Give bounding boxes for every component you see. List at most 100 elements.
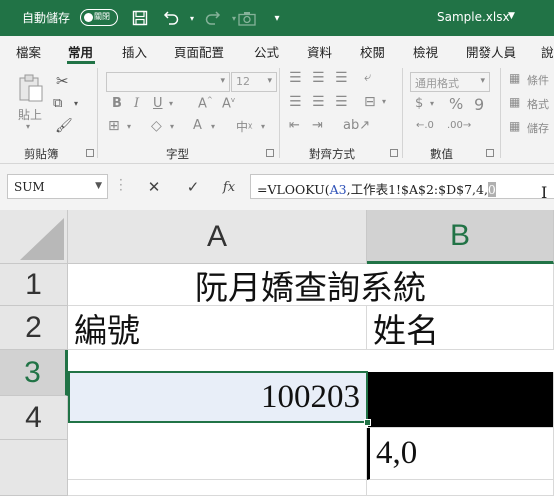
enter-icon[interactable]: ✓ <box>180 175 206 199</box>
paste-dropdown-icon[interactable]: ▾ <box>26 122 30 131</box>
paste-label: 貼上 <box>18 108 43 122</box>
cell-a5[interactable] <box>68 480 367 496</box>
tab-data[interactable]: 資料 <box>307 42 332 61</box>
font-color-icon[interactable]: A <box>193 118 202 133</box>
bold-icon[interactable]: B <box>112 96 122 111</box>
file-menu-caret-icon[interactable]: ▼ <box>508 11 515 21</box>
align-top-icon[interactable]: ☰ <box>289 70 302 86</box>
copy-icon[interactable]: ⧉ <box>53 96 62 111</box>
paste-button[interactable] <box>17 74 45 108</box>
insert-function-icon[interactable]: fx <box>216 175 242 199</box>
font-name-combo[interactable]: ▾ <box>106 72 230 92</box>
undo-dropdown-icon[interactable]: ▾ <box>181 7 203 29</box>
select-all-button[interactable] <box>0 210 68 264</box>
increase-decimal-icon[interactable]: ←.0 <box>416 120 434 131</box>
alignment-launcher-icon[interactable] <box>390 149 398 157</box>
cell-b5[interactable] <box>367 480 554 496</box>
cell-a4[interactable] <box>68 428 367 480</box>
merge-center-icon[interactable]: ⊟ <box>364 94 376 110</box>
cell-b4[interactable]: 4,0 <box>367 428 554 480</box>
cell-styles-label[interactable]: 儲存 <box>527 120 549 136</box>
customize-toolbar-icon[interactable]: ▾ <box>266 7 288 29</box>
tab-help[interactable]: 說 <box>541 42 554 61</box>
decrease-decimal-icon[interactable]: .00→ <box>447 120 471 131</box>
format-painter-icon[interactable]: 🖌 <box>55 118 73 134</box>
file-name[interactable]: Sample.xlsx <box>437 10 510 24</box>
group-separator <box>500 68 501 158</box>
cell-a1-title[interactable]: 阮月嬌查詢系統 <box>68 264 554 306</box>
font-color-dropdown-icon[interactable]: ▾ <box>211 122 215 131</box>
borders-dropdown-icon[interactable]: ▾ <box>127 122 131 131</box>
camera-icon[interactable] <box>236 7 258 29</box>
tab-file[interactable]: 檔案 <box>16 42 41 61</box>
row-header-1[interactable]: 1 <box>0 264 68 306</box>
increase-font-icon[interactable]: A^ <box>198 96 213 111</box>
currency-dropdown-icon[interactable]: ▾ <box>430 99 434 108</box>
align-right-icon[interactable]: ☰ <box>335 94 348 110</box>
number-launcher-icon[interactable] <box>486 149 494 157</box>
align-center-icon[interactable]: ☰ <box>312 94 325 110</box>
increase-indent-icon[interactable]: ⇥ <box>312 118 323 133</box>
redo-icon[interactable] <box>202 7 224 29</box>
name-box[interactable]: SUM ▼ <box>7 174 108 199</box>
tab-developer[interactable]: 開發人員 <box>466 42 516 61</box>
column-header-a[interactable]: A <box>68 210 367 264</box>
tab-view[interactable]: 檢視 <box>413 42 438 61</box>
toggle-knob <box>84 12 93 22</box>
align-left-icon[interactable]: ☰ <box>289 94 302 110</box>
formula-bar-grip-icon[interactable]: · · · <box>119 174 123 196</box>
align-middle-icon[interactable]: ☰ <box>312 70 325 86</box>
italic-icon[interactable]: I <box>134 96 139 111</box>
tab-home[interactable]: 常用 <box>68 42 93 61</box>
fill-color-icon[interactable]: ◇ <box>151 118 162 134</box>
cell-a3[interactable]: 100203 <box>68 371 368 423</box>
number-format-combo[interactable]: 通用格式 ▾ <box>410 72 490 92</box>
clipboard-launcher-icon[interactable] <box>86 149 94 157</box>
wrap-text-icon[interactable]: ⤶ <box>364 70 371 85</box>
undo-icon[interactable] <box>160 7 182 29</box>
cell-b2[interactable]: 姓名 <box>367 306 554 350</box>
fill-color-dropdown-icon[interactable]: ▾ <box>170 122 174 131</box>
merge-dropdown-icon[interactable]: ▾ <box>382 97 386 106</box>
underline-dropdown-icon[interactable]: ▾ <box>169 99 173 108</box>
select-all-triangle-icon <box>20 218 64 260</box>
underline-icon[interactable]: U <box>153 96 163 111</box>
decrease-font-icon[interactable]: Av <box>222 96 235 111</box>
borders-icon[interactable]: ⊞ <box>108 118 120 134</box>
formula-input[interactable]: =VLOOKU(A3,工作表1!$A$2:$D$7,4,0 <box>250 174 554 199</box>
font-size-combo[interactable]: 12 ▾ <box>231 72 277 92</box>
cut-icon[interactable]: ✂ <box>56 72 69 90</box>
save-icon[interactable] <box>129 7 151 29</box>
comma-style-icon[interactable]: 9 <box>474 95 484 114</box>
cell-b3[interactable] <box>368 372 554 428</box>
cell-styles-icon[interactable]: ▦ <box>509 119 520 133</box>
orientation-icon[interactable]: ab↗ <box>343 118 370 133</box>
font-launcher-icon[interactable] <box>266 149 274 157</box>
tab-formulas[interactable]: 公式 <box>254 42 279 61</box>
row-header-2[interactable]: 2 <box>0 306 68 350</box>
column-header-b[interactable]: B <box>367 210 554 264</box>
phonetic-dropdown-icon[interactable]: ▾ <box>261 122 265 131</box>
decrease-indent-icon[interactable]: ⇤ <box>289 118 300 133</box>
format-as-table-icon[interactable]: ▦ <box>509 95 520 109</box>
tab-review[interactable]: 校閱 <box>360 42 385 61</box>
cell-a2[interactable]: 編號 <box>68 306 367 350</box>
tab-page-layout[interactable]: 頁面配置 <box>174 42 224 61</box>
format-as-table-label[interactable]: 格式 <box>527 96 549 112</box>
copy-dropdown-icon[interactable]: ▾ <box>74 99 78 108</box>
currency-icon[interactable]: $ <box>415 96 423 111</box>
row-header-4[interactable]: 4 <box>0 396 68 440</box>
percent-icon[interactable]: % <box>449 95 463 113</box>
tab-insert[interactable]: 插入 <box>122 42 147 61</box>
row-header-3[interactable]: 3 <box>0 350 68 396</box>
align-bottom-icon[interactable]: ☰ <box>335 70 348 86</box>
conditional-format-icon[interactable]: ▦ <box>509 71 520 85</box>
cancel-icon[interactable]: ✕ <box>141 175 167 199</box>
worksheet-grid[interactable]: A B 1 2 3 4 阮月嬌查詢系統 編號 姓名 100203 4,0 <box>0 210 554 496</box>
conditional-format-label[interactable]: 條件 <box>527 72 549 88</box>
row-header-5[interactable] <box>0 440 68 496</box>
fill-handle[interactable] <box>364 419 371 426</box>
autosave-toggle[interactable]: 關閉 <box>80 9 118 26</box>
phonetic-guide-icon[interactable]: 中ᵡ <box>236 118 252 135</box>
formula-cursor: 0 <box>487 182 496 197</box>
